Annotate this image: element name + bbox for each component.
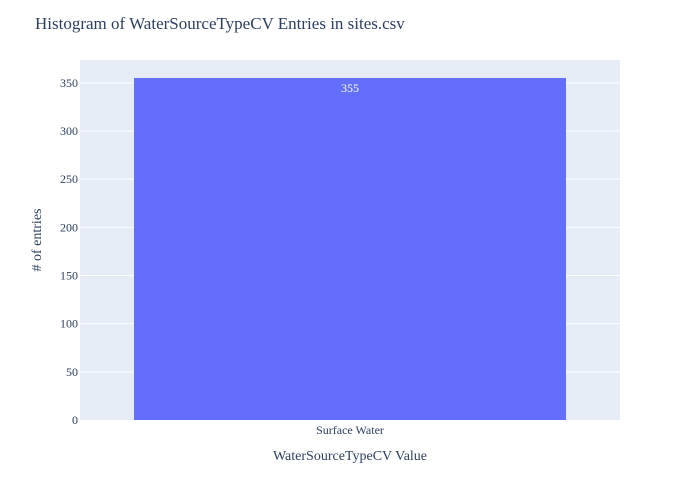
y-tick-label: 0: [72, 413, 78, 427]
bar-labels: 355: [341, 81, 359, 95]
chart-svg: 355 050100150200250300350 Surface Water …: [30, 60, 620, 464]
x-axis-ticks: Surface Water: [316, 423, 384, 437]
y-tick-label: 50: [66, 365, 78, 379]
bars: [134, 77, 566, 420]
y-tick-label: 150: [60, 268, 78, 282]
bar-value-label: 355: [341, 81, 359, 95]
y-tick-label: 300: [60, 124, 78, 138]
y-tick-label: 350: [60, 76, 78, 90]
y-tick-label: 250: [60, 172, 78, 186]
y-tick-label: 100: [60, 317, 78, 331]
x-tick-label: Surface Water: [316, 423, 384, 437]
bar: [134, 77, 566, 420]
y-axis-ticks: 0 50 100 150 200 250 300 350: [60, 76, 78, 427]
x-axis-title: WaterSourceTypeCV Value: [273, 449, 427, 464]
y-tick-label: 200: [60, 220, 78, 234]
chart: Histogram of WaterSourceTypeCV Entries i…: [0, 0, 700, 500]
y-axis-title: # of entries: [30, 209, 45, 272]
